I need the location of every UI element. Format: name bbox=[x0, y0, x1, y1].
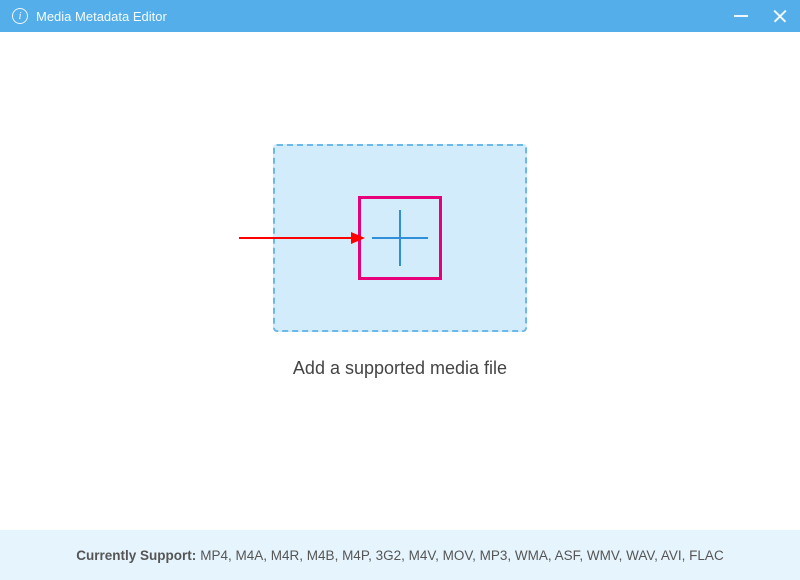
footer-formats: MP4, M4A, M4R, M4B, M4P, 3G2, M4V, MOV, … bbox=[200, 548, 723, 563]
close-icon[interactable] bbox=[772, 8, 788, 24]
instruction-text: Add a supported media file bbox=[293, 358, 507, 379]
minimize-icon[interactable] bbox=[734, 15, 748, 17]
footer-bar: Currently Support: MP4, M4A, M4R, M4B, M… bbox=[0, 530, 800, 580]
main-content: Add a supported media file bbox=[0, 32, 800, 530]
titlebar-left: i Media Metadata Editor bbox=[12, 8, 167, 24]
add-file-button[interactable] bbox=[362, 200, 438, 276]
plus-icon bbox=[372, 210, 428, 266]
titlebar-controls bbox=[734, 8, 788, 24]
footer-label: Currently Support: bbox=[76, 548, 196, 563]
titlebar: i Media Metadata Editor bbox=[0, 0, 800, 32]
drop-zone[interactable] bbox=[273, 144, 527, 332]
arrow-annotation bbox=[237, 228, 367, 248]
info-icon: i bbox=[12, 8, 28, 24]
app-title: Media Metadata Editor bbox=[36, 9, 167, 24]
drop-zone-wrapper bbox=[273, 144, 527, 332]
